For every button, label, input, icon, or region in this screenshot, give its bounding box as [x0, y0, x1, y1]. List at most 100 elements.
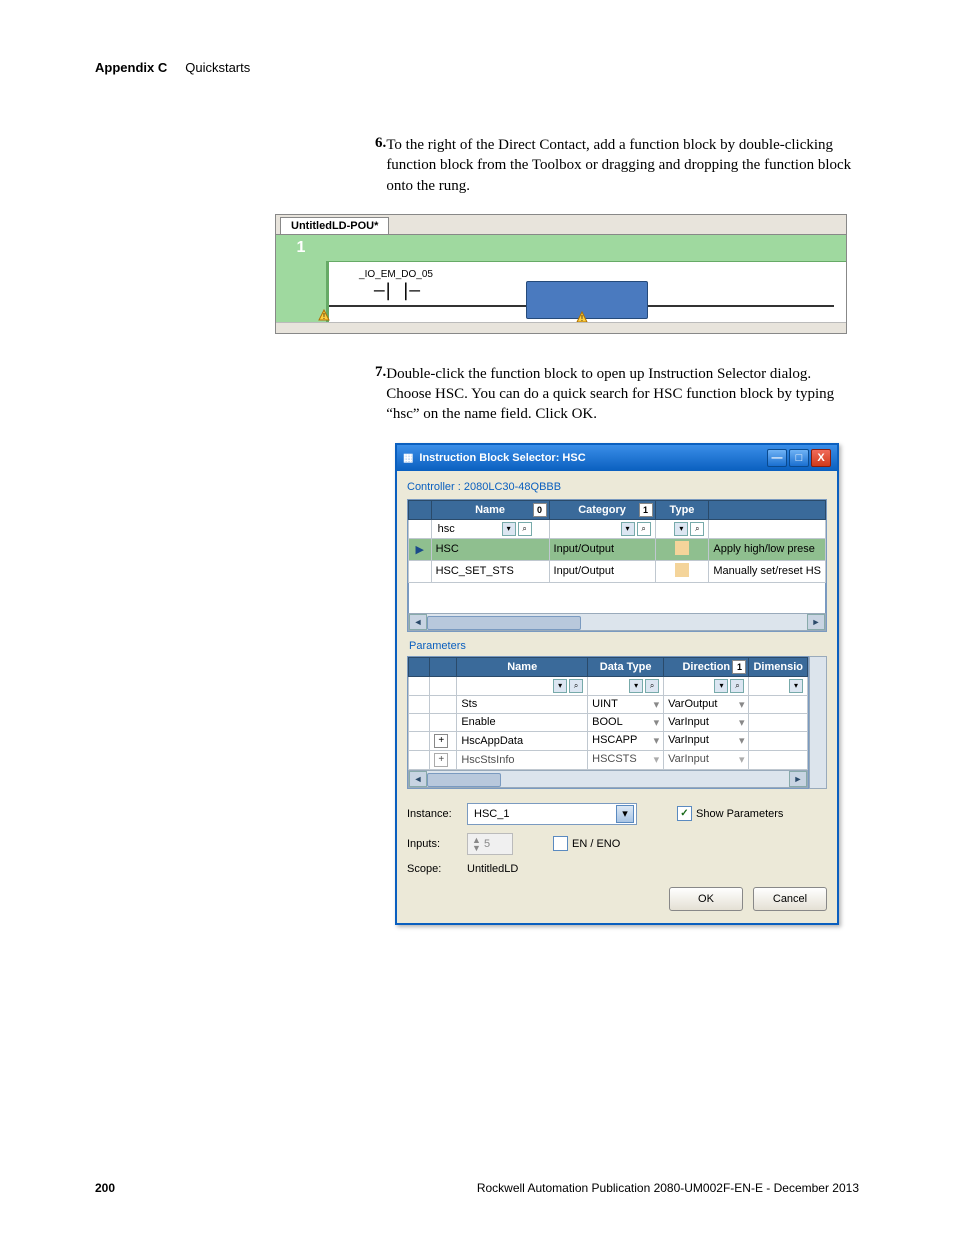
filter-type-cell[interactable]: ▾ ⌕ — [655, 519, 709, 538]
table-row[interactable]: Enable BOOL ▾ VarInput ▾ — [409, 713, 808, 731]
page-header: Appendix C Quickstarts — [95, 60, 859, 75]
vertical-scrollbar[interactable] — [809, 656, 827, 789]
dropdown-icon[interactable]: ▾ — [553, 679, 567, 693]
show-parameters-checkbox[interactable]: ✓ — [677, 806, 692, 821]
dialog-icon: ▦ — [403, 451, 413, 464]
contact-symbol-icon: —| |— — [336, 280, 456, 301]
step-7-text: Double-click the function block to open … — [386, 364, 859, 425]
col-name[interactable]: Name 0 — [431, 500, 549, 519]
fb-type-icon — [675, 541, 689, 555]
header-title: Quickstarts — [185, 60, 250, 75]
cell-desc: Apply high/low prese — [709, 538, 826, 560]
filter-category-cell[interactable]: ▾ ⌕ — [549, 519, 655, 538]
instance-combo[interactable]: HSC_1 ▾ — [467, 803, 637, 825]
publication-info: Rockwell Automation Publication 2080-UM0… — [477, 1181, 859, 1195]
inputs-value: 5 — [484, 838, 490, 850]
horizontal-scrollbar[interactable]: ◄ ► — [408, 770, 808, 788]
dropdown-icon[interactable]: ▾ — [674, 522, 688, 536]
instruction-selector-dialog: ▦ Instruction Block Selector: HSC — □ X … — [395, 443, 839, 925]
close-button[interactable]: X — [811, 449, 831, 467]
chevron-down-icon[interactable]: ▾ — [616, 805, 634, 823]
filter-name-cell[interactable]: ▾ ⌕ — [431, 519, 549, 538]
ladder-tab[interactable]: UntitledLD-POU* — [280, 217, 389, 234]
col-direction[interactable]: Direction 1 — [664, 657, 749, 676]
parameters-grid[interactable]: Name Data Type Direction 1 Dimensio ▾⌕ ▾… — [407, 656, 809, 789]
instance-value: HSC_1 — [474, 808, 509, 820]
dialog-title: Instruction Block Selector: HSC — [419, 452, 585, 464]
table-row[interactable]: + HscAppData HSCAPP ▾ VarInput ▾ — [409, 731, 808, 750]
expand-icon[interactable]: + — [434, 734, 448, 748]
rung-number: 1 — [276, 239, 326, 257]
fb-type-icon — [675, 563, 689, 577]
contact-label: _IO_EM_DO_05 — [336, 269, 456, 280]
sort-indicator-icon: 0 — [533, 503, 547, 517]
page-number: 200 — [95, 1181, 115, 1195]
table-row[interactable]: Sts UINT ▾ VarOutput ▾ — [409, 695, 808, 713]
col-name[interactable]: Name — [457, 657, 588, 676]
expand-icon[interactable]: + — [434, 753, 448, 767]
direct-contact[interactable]: _IO_EM_DO_05 —| |— — [336, 269, 456, 301]
filter-icon[interactable]: ⌕ — [569, 679, 583, 693]
cell-type — [655, 538, 709, 560]
rung-header: 1 — [276, 235, 846, 262]
dropdown-icon[interactable]: ▾ — [714, 679, 728, 693]
table-row[interactable]: HSC_SET_STS Input/Output Manually set/re… — [409, 560, 826, 582]
en-eno-checkbox[interactable] — [553, 836, 568, 851]
svg-text:!: ! — [323, 312, 325, 321]
warning-icon: ! — [318, 309, 330, 321]
parameters-label: Parameters — [409, 640, 827, 652]
col-desc[interactable] — [709, 500, 826, 519]
col-category[interactable]: Category 1 — [549, 500, 655, 519]
filter-name-input[interactable] — [436, 522, 500, 536]
ok-button[interactable]: OK — [669, 887, 743, 911]
scope-value: UntitledLD — [467, 863, 518, 875]
cell-category: Input/Output — [549, 538, 655, 560]
header-section: Appendix C — [95, 60, 167, 75]
step-6: 6. To the right of the Direct Contact, a… — [375, 135, 859, 196]
scope-label: Scope: — [407, 863, 467, 875]
cancel-button[interactable]: Cancel — [753, 887, 827, 911]
table-row[interactable]: + HscStsInfo HSCSTS ▾ VarInput ▾ — [409, 750, 808, 769]
table-row[interactable]: ▶ HSC Input/Output Apply high/low prese — [409, 538, 826, 560]
horizontal-scrollbar[interactable]: ◄ ► — [408, 613, 826, 631]
dialog-titlebar[interactable]: ▦ Instruction Block Selector: HSC — □ X — [397, 445, 837, 471]
step-7-number: 7. — [375, 364, 386, 425]
filter-icon[interactable]: ⌕ — [730, 679, 744, 693]
filter-icon[interactable]: ⌕ — [518, 522, 532, 536]
dropdown-icon[interactable]: ▾ — [502, 522, 516, 536]
ladder-editor-figure: UntitledLD-POU* 1 _IO_EM_DO_05 —| |— ! ! — [275, 214, 847, 334]
scroll-left-icon[interactable]: ◄ — [409, 614, 427, 630]
inputs-spinner: ▲▼ 5 — [467, 833, 513, 855]
page-footer: 200 Rockwell Automation Publication 2080… — [95, 1181, 859, 1195]
step-6-text: To the right of the Direct Contact, add … — [386, 135, 859, 196]
dropdown-icon[interactable]: ▾ — [789, 679, 803, 693]
cell-name: HSC — [431, 538, 549, 560]
dropdown-icon[interactable]: ▾ — [621, 522, 635, 536]
cell-name: HSC_SET_STS — [431, 560, 549, 582]
dropdown-icon[interactable]: ▾ — [629, 679, 643, 693]
en-eno-label: EN / ENO — [572, 838, 620, 850]
step-7: 7. Double-click the function block to op… — [375, 364, 859, 425]
scroll-right-icon[interactable]: ► — [807, 614, 825, 630]
scroll-left-icon[interactable]: ◄ — [409, 771, 427, 787]
controller-label: Controller : 2080LC30-48QBBB — [407, 481, 827, 493]
cell-category: Input/Output — [549, 560, 655, 582]
inputs-label: Inputs: — [407, 838, 467, 850]
show-parameters-label: Show Parameters — [696, 808, 783, 820]
col-type[interactable]: Type — [655, 500, 709, 519]
sort-indicator-icon: 1 — [732, 660, 746, 674]
scroll-right-icon[interactable]: ► — [789, 771, 807, 787]
filter-icon[interactable]: ⌕ — [690, 522, 704, 536]
step-6-number: 6. — [375, 135, 386, 196]
cell-type — [655, 560, 709, 582]
col-dimension[interactable]: Dimensio — [749, 657, 808, 676]
filter-icon[interactable]: ⌕ — [645, 679, 659, 693]
col-datatype[interactable]: Data Type — [588, 657, 664, 676]
instance-label: Instance: — [407, 808, 467, 820]
cell-desc: Manually set/reset HS — [709, 560, 826, 582]
maximize-button[interactable]: □ — [789, 449, 809, 467]
instruction-grid[interactable]: Name 0 Category 1 Type — [407, 499, 827, 632]
minimize-button[interactable]: — — [767, 449, 787, 467]
sort-indicator-icon: 1 — [639, 503, 653, 517]
filter-icon[interactable]: ⌕ — [637, 522, 651, 536]
